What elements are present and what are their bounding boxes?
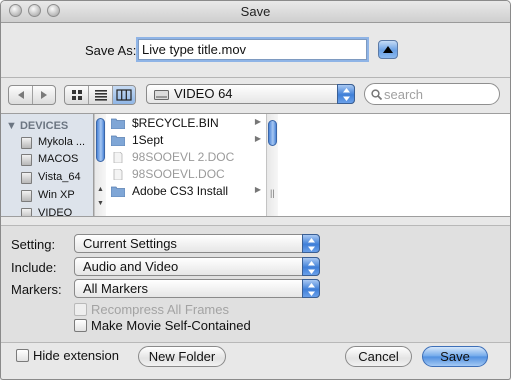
location-popup[interactable]: VIDEO 64	[146, 84, 355, 104]
location-label: VIDEO 64	[174, 86, 233, 101]
include-popup[interactable]: Audio and Video	[74, 257, 320, 276]
back-forward-control	[8, 85, 56, 105]
scroll-up-arrow-icon[interactable]: ▲	[97, 186, 104, 193]
folder-icon	[111, 135, 125, 146]
search-placeholder: search	[384, 87, 424, 102]
markers-value: All Markers	[83, 281, 149, 296]
up-down-arrows-icon	[343, 88, 350, 101]
include-label: Include:	[11, 260, 57, 275]
sidebar: ▼ DEVICES Mykola ... MACOS Vista_64 Win …	[1, 114, 94, 216]
setting-label: Setting:	[11, 237, 56, 252]
browser-column-2	[278, 114, 510, 216]
markers-popup[interactable]: All Markers	[74, 279, 320, 298]
window-title: Save	[240, 4, 271, 19]
include-value: Audio and Video	[83, 259, 179, 274]
file-browser: ▼ DEVICES Mykola ... MACOS Vista_64 Win …	[1, 113, 510, 217]
disk-icon	[21, 172, 32, 184]
markers-popup-arrows	[302, 279, 320, 298]
collapse-browser-button[interactable]	[378, 40, 398, 59]
document-icon	[113, 152, 123, 163]
sidebar-scroll-thumb[interactable]	[96, 118, 105, 162]
up-down-arrows-icon	[308, 261, 315, 274]
triangle-up-icon	[383, 46, 393, 53]
column-view-icon	[116, 89, 132, 101]
scroll-down-arrow-icon[interactable]: ▼	[97, 200, 104, 207]
sidebar-scrollbar[interactable]: ▲ ▼	[94, 114, 106, 216]
search-icon	[371, 89, 382, 100]
up-down-arrows-icon	[308, 283, 315, 296]
disk-icon	[21, 190, 32, 202]
setting-popup-arrows	[302, 234, 320, 253]
list-view-button[interactable]	[89, 86, 113, 104]
self-contained-label: Make Movie Self-Contained	[91, 318, 251, 333]
location-popup-arrows	[337, 84, 355, 104]
hide-extension-label: Hide extension	[33, 348, 119, 363]
browser-toolbar: VIDEO 64 search	[1, 78, 510, 112]
back-arrow-icon	[18, 91, 24, 99]
drive-icon	[154, 90, 169, 100]
markers-label: Markers:	[11, 282, 62, 297]
file-item-98sooevl2-doc: 98SOOEVL 2.DOC	[111, 149, 263, 166]
setting-popup[interactable]: Current Settings	[74, 234, 320, 253]
column-resize-handle-icon[interactable]: ||	[270, 188, 275, 198]
search-field[interactable]: search	[364, 83, 500, 105]
column-scroll-thumb[interactable]	[268, 120, 277, 146]
new-folder-button[interactable]: New Folder	[138, 346, 226, 367]
disk-icon	[21, 154, 32, 166]
save-as-label: Save As:	[85, 43, 137, 58]
file-item-1sept[interactable]: 1Sept ▶	[111, 132, 263, 149]
sidebar-item-macos[interactable]: MACOS	[21, 152, 93, 169]
forward-arrow-icon	[41, 91, 47, 99]
column-scrollbar[interactable]: ||	[266, 114, 278, 216]
icon-view-button[interactable]	[65, 86, 89, 104]
up-down-arrows-icon	[308, 238, 315, 251]
file-item-recycle-bin[interactable]: $RECYCLE.BIN ▶	[111, 115, 263, 132]
folder-icon	[111, 186, 125, 197]
devices-header[interactable]: ▼ DEVICES	[6, 120, 68, 132]
filename-input[interactable]: Live type title.mov	[138, 39, 367, 60]
recompress-checkbox[interactable]	[74, 303, 87, 316]
save-dialog: Save Save As: Live type title.mov VIDEO …	[0, 0, 511, 380]
forward-button[interactable]	[33, 86, 55, 104]
column-view-button[interactable]	[113, 86, 135, 104]
export-options: Setting: Current Settings Include: Audio…	[1, 225, 510, 343]
document-icon	[113, 169, 123, 180]
file-item-adobe-cs3-install[interactable]: Adobe CS3 Install ▶	[111, 183, 263, 200]
recompress-label: Recompress All Frames	[91, 302, 229, 317]
chevron-right-icon: ▶	[254, 185, 261, 194]
self-contained-checkbox[interactable]	[74, 319, 87, 332]
save-as-row: Save As: Live type title.mov	[1, 23, 510, 77]
sidebar-item-video[interactable]: VIDEO	[21, 206, 93, 216]
icon-view-icon	[72, 90, 82, 100]
folder-icon	[111, 118, 125, 129]
chevron-right-icon: ▶	[254, 134, 261, 143]
disclosure-triangle-icon: ▼	[6, 120, 17, 132]
hide-extension-checkbox[interactable]	[16, 349, 29, 362]
browser-column-1: $RECYCLE.BIN ▶ 1Sept ▶ 98SOOEVL 2.DOC 98…	[106, 114, 266, 216]
view-mode-control	[64, 85, 136, 105]
sidebar-item-winxp[interactable]: Win XP	[21, 188, 93, 205]
chevron-right-icon: ▶	[254, 117, 261, 126]
cancel-button[interactable]: Cancel	[345, 346, 412, 367]
include-popup-arrows	[302, 257, 320, 276]
column-spacer	[106, 200, 266, 216]
title-bar: Save	[1, 1, 510, 23]
list-view-icon	[95, 90, 107, 101]
sidebar-item-vista64[interactable]: Vista_64	[21, 170, 93, 187]
file-item-98sooevl-doc: 98SOOEVL.DOC	[111, 166, 263, 183]
sidebar-item-mykola[interactable]: Mykola ...	[21, 135, 93, 152]
setting-value: Current Settings	[83, 236, 177, 251]
back-button[interactable]	[9, 86, 33, 104]
disk-icon	[21, 137, 32, 149]
save-button[interactable]: Save	[422, 346, 488, 367]
disk-icon	[21, 208, 32, 216]
